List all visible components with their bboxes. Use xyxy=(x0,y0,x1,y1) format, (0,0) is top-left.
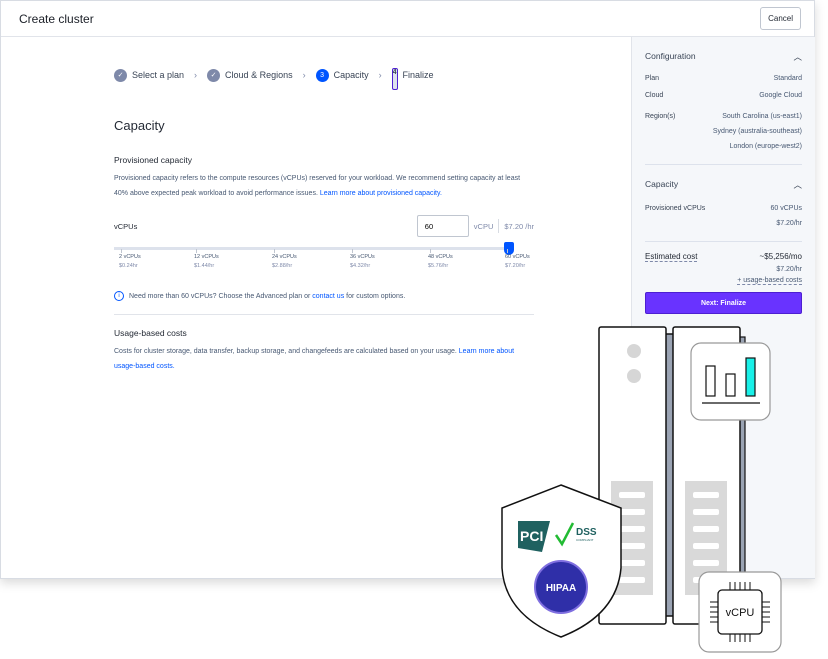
bar-chart-icon xyxy=(690,342,771,421)
hipaa-text: HIPAA xyxy=(546,583,576,594)
vcpu-chip-label: vCPU xyxy=(726,607,755,619)
pci-text: PCI xyxy=(520,528,543,544)
cpu-chip-icon: vCPU xyxy=(698,571,782,653)
dss-text: DSS xyxy=(576,527,597,538)
compliant-text: COMPLIANT xyxy=(576,538,594,542)
compliance-illustration: PCI DSS COMPLIANT HIPAA vCPU xyxy=(501,326,782,653)
